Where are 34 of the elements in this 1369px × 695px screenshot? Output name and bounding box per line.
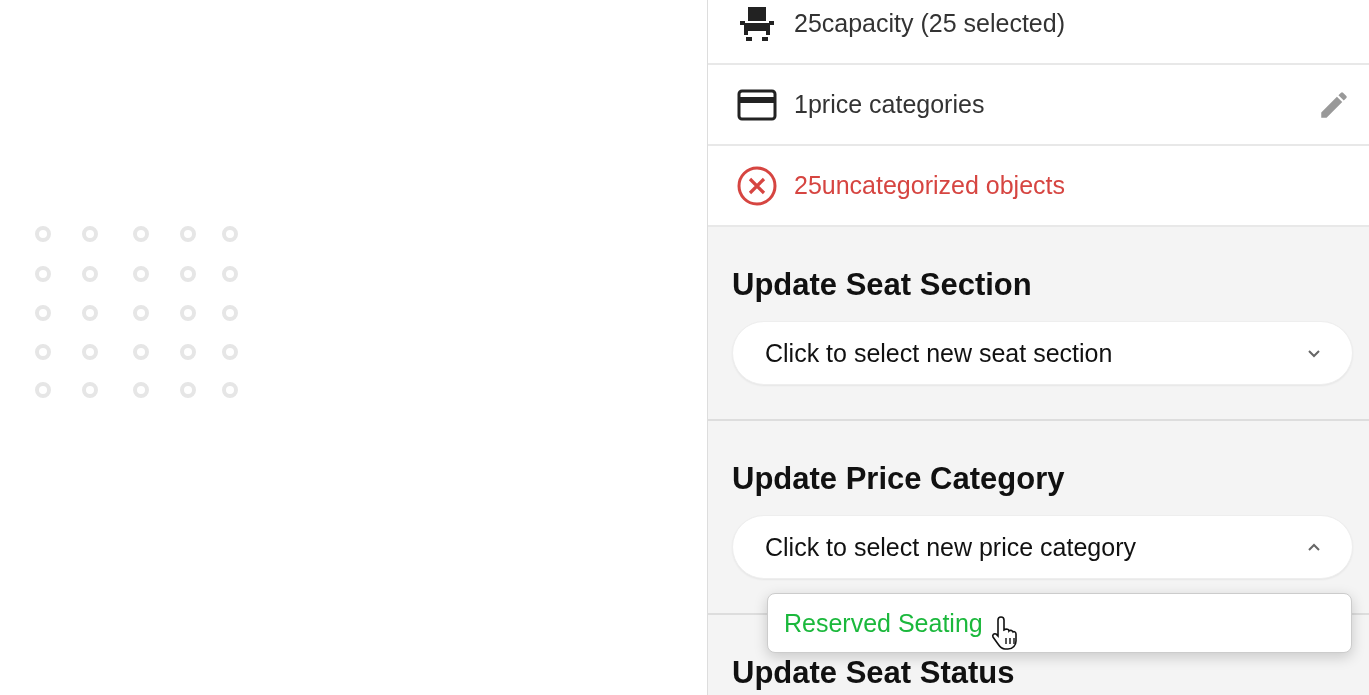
section-heading: Update Seat Section [732,267,1033,303]
seat-icon[interactable] [133,266,149,282]
seat-icon[interactable] [35,382,51,398]
seat-icon[interactable] [35,266,51,282]
summary-text: 1price categories [794,90,986,119]
seat-icon[interactable] [82,344,98,360]
seat-icon[interactable] [133,305,149,321]
seat-icon[interactable] [82,266,98,282]
seat-icon[interactable] [180,266,196,282]
select-field[interactable]: Click to select new seat section [732,321,1353,385]
seat-icon[interactable] [82,305,98,321]
seat-icon[interactable] [35,305,51,321]
seat-icon[interactable] [35,344,51,360]
summary-text: 25capacity (25 selected) [794,9,1066,38]
seat-icon[interactable] [82,382,98,398]
seat-icon[interactable] [35,226,51,242]
seat-icon[interactable] [180,344,196,360]
seat-icon[interactable] [133,382,149,398]
seat-icon[interactable] [222,344,238,360]
seat-icon[interactable] [82,226,98,242]
section-heading: Update Seat Status [732,655,1016,691]
seat-icon[interactable] [180,305,196,321]
seat-icon[interactable] [180,226,196,242]
seat-icon[interactable] [133,226,149,242]
seat-icon[interactable] [222,226,238,242]
summary-text: 25uncategorized objects [794,171,1067,200]
seat-icon[interactable] [222,382,238,398]
select-field[interactable]: Click to select new price category [732,515,1353,579]
seat-icon[interactable] [222,266,238,282]
section-heading: Update Price Category [732,461,1066,497]
seat-icon[interactable] [222,305,238,321]
seat-icon[interactable] [133,344,149,360]
error-icon [736,164,778,207]
seat-icon[interactable] [180,382,196,398]
